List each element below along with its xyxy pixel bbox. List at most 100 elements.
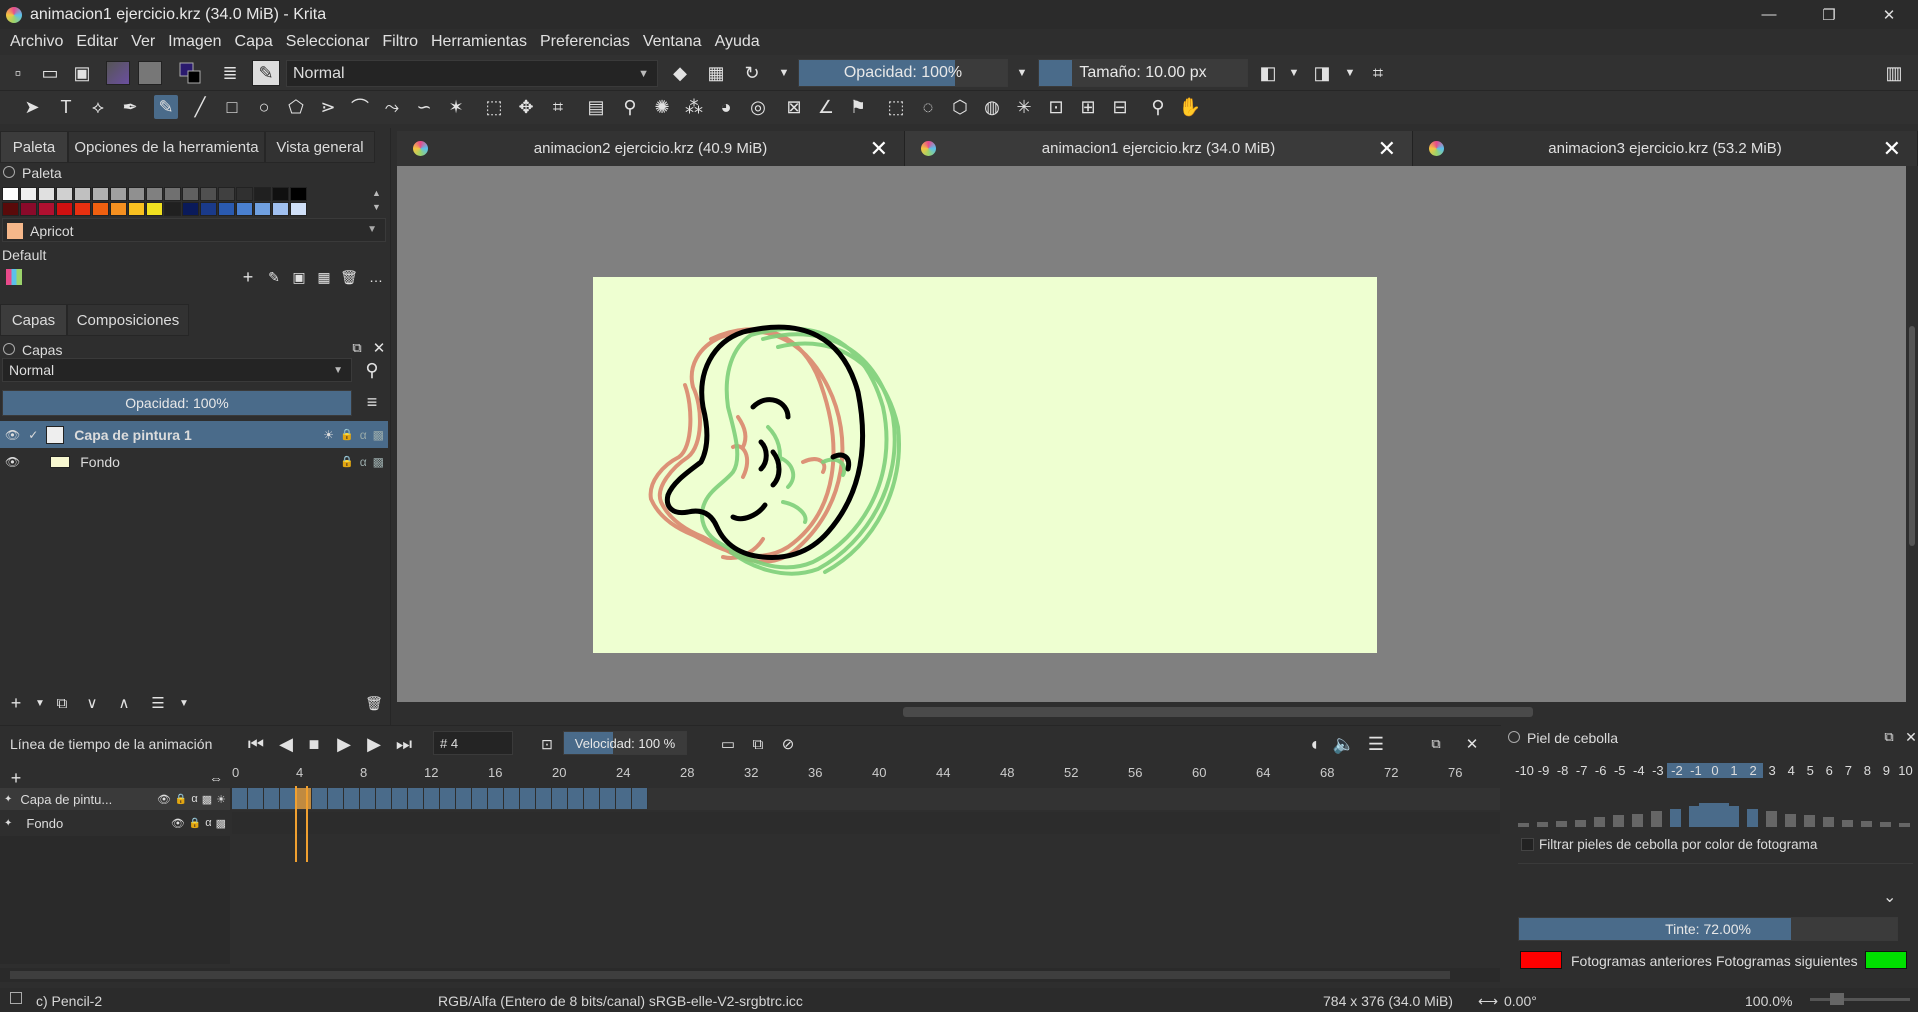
onion-frame-number[interactable]: 9 [1877,763,1896,778]
freehand-brush-tool-icon[interactable]: ✎ [154,95,178,119]
brush-preset-icon[interactable]: ✎ [252,60,280,86]
bezier-curve-tool-icon[interactable]: ⌒ [348,95,372,119]
keyframe-cell[interactable] [264,788,280,809]
onion-frame-number[interactable]: 2 [1743,763,1763,778]
onion-opacity-bar[interactable] [1727,806,1739,827]
layer-lock-icon[interactable]: 🔒 [189,818,201,829]
onion-opacity-bars[interactable] [1515,783,1915,827]
palette-swatch[interactable] [128,202,145,216]
onion-opacity-bar[interactable] [1822,817,1834,827]
onion-frame-number[interactable]: -3 [1648,763,1667,778]
edit-swatch-icon[interactable]: ✎ [262,265,286,289]
onion-frame-number[interactable]: 6 [1820,763,1839,778]
scrollbar-thumb[interactable] [10,971,1450,979]
menu-editar[interactable]: Editar [76,33,118,51]
drop-frames-icon[interactable]: ⊡ [535,732,559,756]
onion-frame-number[interactable]: 5 [1801,763,1820,778]
palette-grid-icon[interactable] [6,269,22,285]
close-tab-icon[interactable]: ✕ [1378,136,1396,162]
close-window-button[interactable]: ✕ [1860,0,1918,29]
scrollbar-thumb[interactable] [1909,326,1915,546]
measure-tool-icon[interactable]: ∠ [814,95,838,119]
onion-opacity-bar[interactable] [1537,822,1549,827]
palette-swatch[interactable] [200,202,217,216]
onion-frame-number[interactable]: -9 [1534,763,1553,778]
reference-images-tool-icon[interactable]: ⚑ [846,95,870,119]
doc-tab-animacion1[interactable]: animacion1 ejercicio.krz (34.0 MiB) ✕ [905,131,1413,166]
doc-tab-animacion2[interactable]: animacion2 ejercicio.krz (40.9 MiB) ✕ [397,131,905,166]
palette-swatch[interactable] [20,187,37,201]
palette-swatch[interactable] [92,202,109,216]
palette-swatch[interactable] [110,187,127,201]
tab-composiciones[interactable]: Composiciones [67,304,189,336]
zoom-tool-icon[interactable]: ⚲ [1146,95,1170,119]
delete-swatch-icon[interactable]: 🗑 [337,265,361,289]
onion-opacity-bar[interactable] [1841,819,1853,827]
onion-frame-number[interactable]: 10 [1896,763,1915,778]
onion-opacity-bar[interactable] [1670,808,1682,827]
calligraphy-tool-icon[interactable]: ✒ [118,95,142,119]
layer-inherit-alpha-icon[interactable]: ▩ [373,428,384,442]
close-tab-icon[interactable]: ✕ [870,136,888,162]
palette-swatch[interactable] [236,202,253,216]
similar-color-selection-tool-icon[interactable]: ⊡ [1044,95,1068,119]
pin-icon[interactable]: ✦ [4,794,12,805]
timeline-layer-row[interactable]: ✦ Fondo 👁 🔒 α ▩ [0,812,230,834]
delete-layer-icon[interactable]: 🗑 [362,691,386,715]
opacity-dropdown-icon[interactable]: ▼ [1010,61,1034,85]
gradient-tool-icon[interactable]: ▤ [584,95,608,119]
menu-archivo[interactable]: Archivo [10,33,63,51]
keyframe-cell[interactable] [344,788,360,809]
reload-dropdown-icon[interactable]: ▼ [772,61,796,85]
zoom-slider-handle[interactable] [1830,993,1844,1005]
keyframe-cell[interactable] [248,788,264,809]
palette-swatch[interactable] [110,202,127,216]
palette-swatch[interactable] [218,187,235,201]
onion-frame-number[interactable]: 0 [1705,763,1725,778]
keyframe-cell[interactable] [552,788,568,809]
select-shapes-tool-icon[interactable]: ➤ [20,95,44,119]
status-color-space[interactable]: RGB/Alfa (Entero de 8 bits/canal) sRGB-e… [438,993,803,1009]
fill-tool-icon[interactable]: ◕ [714,95,738,119]
palette-swatch[interactable] [290,187,307,201]
layer-properties-icon[interactable]: ☰ [146,691,170,715]
layer-options-menu-icon[interactable]: ≡ [360,390,384,414]
visibility-eye-icon[interactable]: 👁 [157,793,171,806]
transform-tool-icon[interactable]: ⬚ [482,95,506,119]
onion-frame-number[interactable]: 3 [1763,763,1782,778]
keyframe-cell[interactable] [616,788,632,809]
palette-swatch[interactable] [182,187,199,201]
onion-skin-icon[interactable]: ☀ [216,793,226,806]
layer-opacity-slider[interactable]: Opacidad: 100% [2,390,352,416]
filter-checkbox[interactable] [1521,838,1534,851]
onion-frame-number[interactable]: -5 [1610,763,1629,778]
frame-row-fondo[interactable] [232,812,1500,834]
palette-swatch[interactable] [74,187,91,201]
enclose-fill-tool-icon[interactable]: ◎ [746,95,770,119]
pan-tool-icon[interactable]: ✋ [1178,95,1202,119]
reload-preset-icon[interactable]: ↻ [740,61,764,85]
onion-opacity-bar[interactable] [1765,811,1777,827]
onion-opacity-bar[interactable] [1575,819,1587,827]
keyframe-cell[interactable] [424,788,440,809]
more-options-icon[interactable]: … [364,265,388,289]
palette-swatch[interactable] [56,202,73,216]
keyframe-cell[interactable] [408,788,424,809]
move-layer-up-icon[interactable]: ∧ [112,691,136,715]
zoom-timeline-icon[interactable]: ⇔ [204,766,228,790]
assistant-tool-icon[interactable]: ⊠ [782,95,806,119]
minimize-button[interactable]: — [1740,0,1798,29]
palette-swatch[interactable] [92,187,109,201]
keyframe-cell[interactable] [600,788,616,809]
onion-opacity-bar[interactable] [1594,817,1606,827]
add-layer-dropdown-icon[interactable]: ▼ [28,691,52,715]
timeline-horizontal-scrollbar[interactable] [0,968,1500,982]
move-layer-down-icon[interactable]: ∨ [80,691,104,715]
layer-lock-icon[interactable]: 🔒 [340,455,354,468]
wrap-around-icon[interactable]: ⌗ [1366,61,1390,85]
palette-swatch[interactable] [200,187,217,201]
add-layer-icon[interactable]: + [4,691,28,715]
onion-opacity-bar[interactable] [1651,811,1663,827]
onion-opacity-bar[interactable] [1746,808,1758,827]
menu-seleccionar[interactable]: Seleccionar [286,33,370,51]
